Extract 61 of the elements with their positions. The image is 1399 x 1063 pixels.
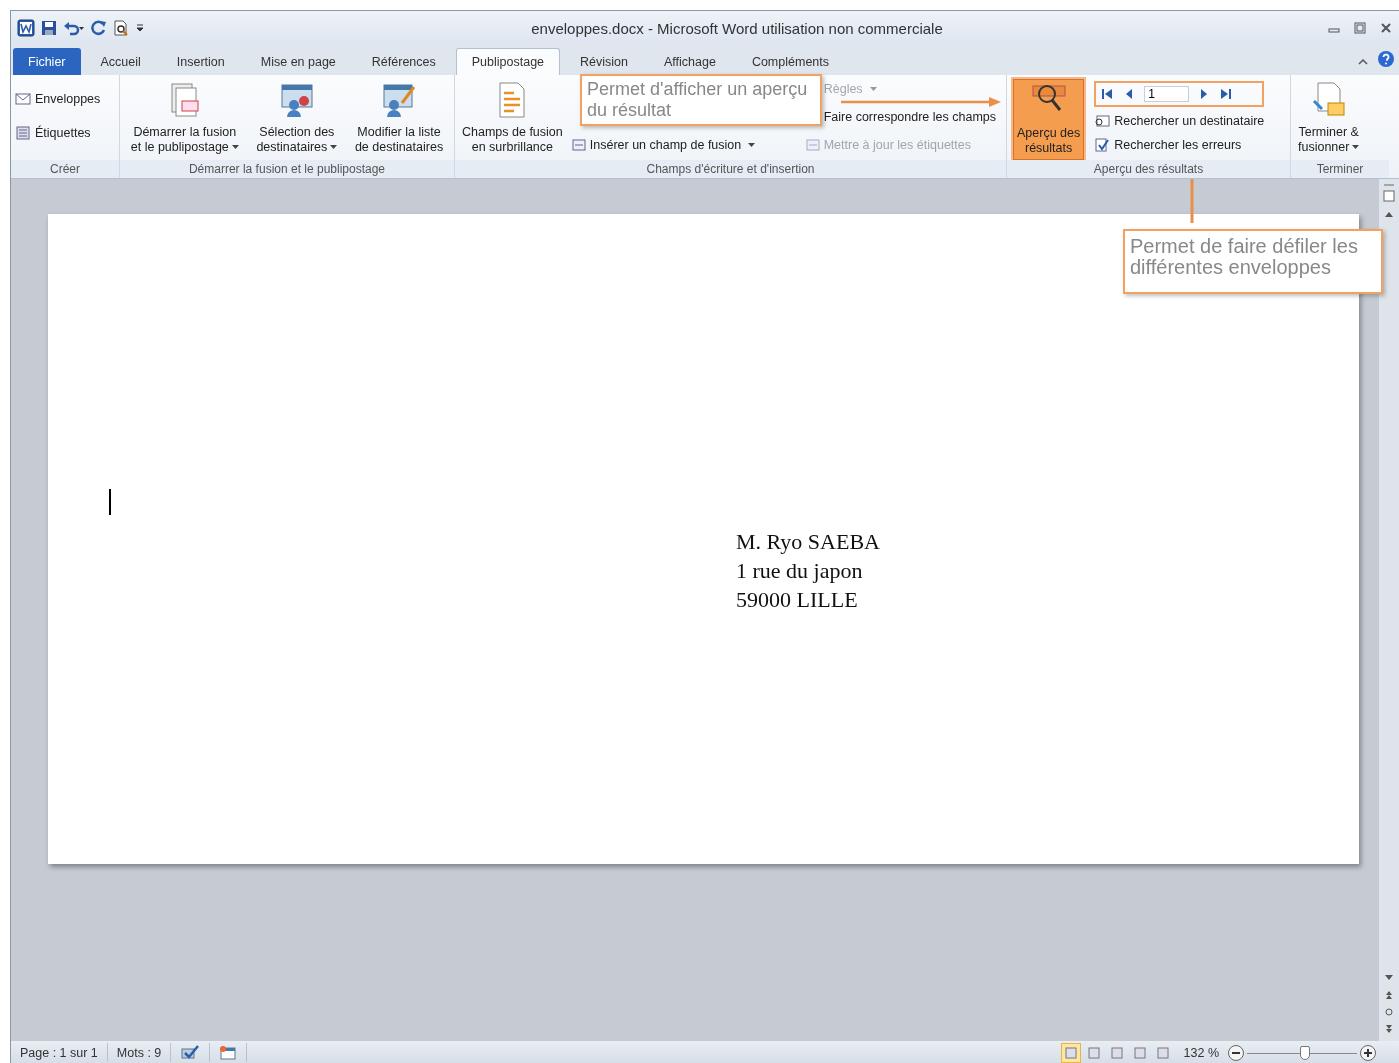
labels-icon — [15, 126, 31, 140]
group-label: Créer — [11, 160, 119, 178]
redo-icon[interactable] — [91, 20, 107, 36]
group-label: Aperçu des résultats — [1007, 160, 1290, 178]
field-icon — [805, 138, 820, 152]
ribbon-button[interactable]: Enveloppes — [15, 89, 115, 109]
file-tab[interactable]: Fichier — [13, 48, 81, 75]
ribbon-button[interactable]: Rechercher un destinataire — [1094, 111, 1265, 131]
page-count[interactable]: Page : 1 sur 1 — [11, 1043, 108, 1062]
field-icon — [571, 138, 586, 152]
ribbon-tab[interactable]: Publipostage — [455, 48, 561, 75]
ribbon-button[interactable]: Terminer & fusionner — [1295, 79, 1363, 160]
help-icon[interactable] — [1377, 50, 1395, 68]
proofing-check-icon[interactable] — [180, 1044, 201, 1061]
callout-tooltip: Permet d'afficher un aperçu du résultat — [580, 74, 822, 126]
word-logo-icon[interactable] — [17, 19, 35, 37]
print-preview-icon[interactable] — [113, 20, 129, 36]
zoom-out-icon[interactable] — [1227, 1043, 1245, 1062]
last-record-icon[interactable] — [1219, 87, 1234, 101]
zoom-level[interactable]: 132 % — [1183, 1045, 1219, 1060]
ribbon-button[interactable]: Étiquettes — [15, 123, 115, 143]
text-cursor — [109, 489, 111, 515]
save-icon[interactable] — [41, 20, 57, 36]
macro-icon[interactable] — [219, 1044, 238, 1061]
ribbon-button[interactable]: Aperçu des résultats — [1013, 79, 1085, 160]
zoom-slider[interactable] — [1247, 1044, 1357, 1061]
ribbon-tab[interactable]: Affichage — [648, 48, 732, 75]
word-count[interactable]: Mots : 9 — [107, 1043, 172, 1062]
address-line: 59000 LILLE — [736, 586, 859, 614]
group-label: Champs d'écriture et d'insertion — [455, 160, 1006, 178]
ribbon-button[interactable]: Sélection des destinataires — [253, 79, 341, 160]
zoom-slider-thumb[interactable] — [1300, 1045, 1311, 1060]
group-label: Terminer — [1291, 160, 1389, 178]
first-record-icon[interactable] — [1100, 87, 1115, 101]
ribbon-button[interactable]: Rechercher les erreurs — [1094, 135, 1265, 155]
list-pencil-icon — [380, 81, 418, 119]
group-label: Démarrer la fusion et le publipostage — [120, 160, 454, 178]
ribbon-tab[interactable]: Références — [355, 48, 452, 75]
ribbon-tab[interactable]: Insertion — [160, 48, 241, 75]
ruler-toggle-icon[interactable] — [1382, 183, 1396, 205]
ribbon-tab[interactable]: Mise en page — [244, 48, 352, 75]
vertical-scrollbar[interactable] — [1379, 179, 1399, 1041]
find-recipient-icon — [1094, 114, 1111, 128]
ribbon-button[interactable]: Démarrer la fusion et le publipostage — [127, 79, 242, 160]
ribbon-tab[interactable]: Révision — [564, 48, 644, 75]
ribbon-tab[interactable]: Compléments — [735, 48, 845, 75]
ribbon-button[interactable]: Insérer un champ de fusion — [571, 135, 756, 155]
callout-tooltip: Permet de faire défiler les différentes enveloppes — [1123, 229, 1383, 294]
address-line: M. Ryo SAEBA — [736, 528, 880, 556]
envelope-icon — [15, 92, 31, 106]
check-errors-icon — [1094, 138, 1111, 152]
record-number-field[interactable]: 1 — [1144, 86, 1190, 102]
maximize-icon[interactable] — [1353, 21, 1367, 35]
ribbon-tab[interactable]: Accueil — [84, 48, 157, 75]
ribbon-button[interactable]: Modifier la liste de destinataires — [351, 79, 447, 160]
zoom-in-icon[interactable] — [1359, 1043, 1377, 1062]
close-icon[interactable] — [1379, 21, 1393, 35]
window-title: enveloppes.docx - Microsoft Word utilisation non commerciale — [530, 19, 944, 37]
ribbon-button[interactable]: Champs de fusion en surbrillance — [459, 79, 566, 160]
undo-icon[interactable] — [63, 20, 85, 36]
address-line: 1 rue du japon — [736, 557, 864, 585]
